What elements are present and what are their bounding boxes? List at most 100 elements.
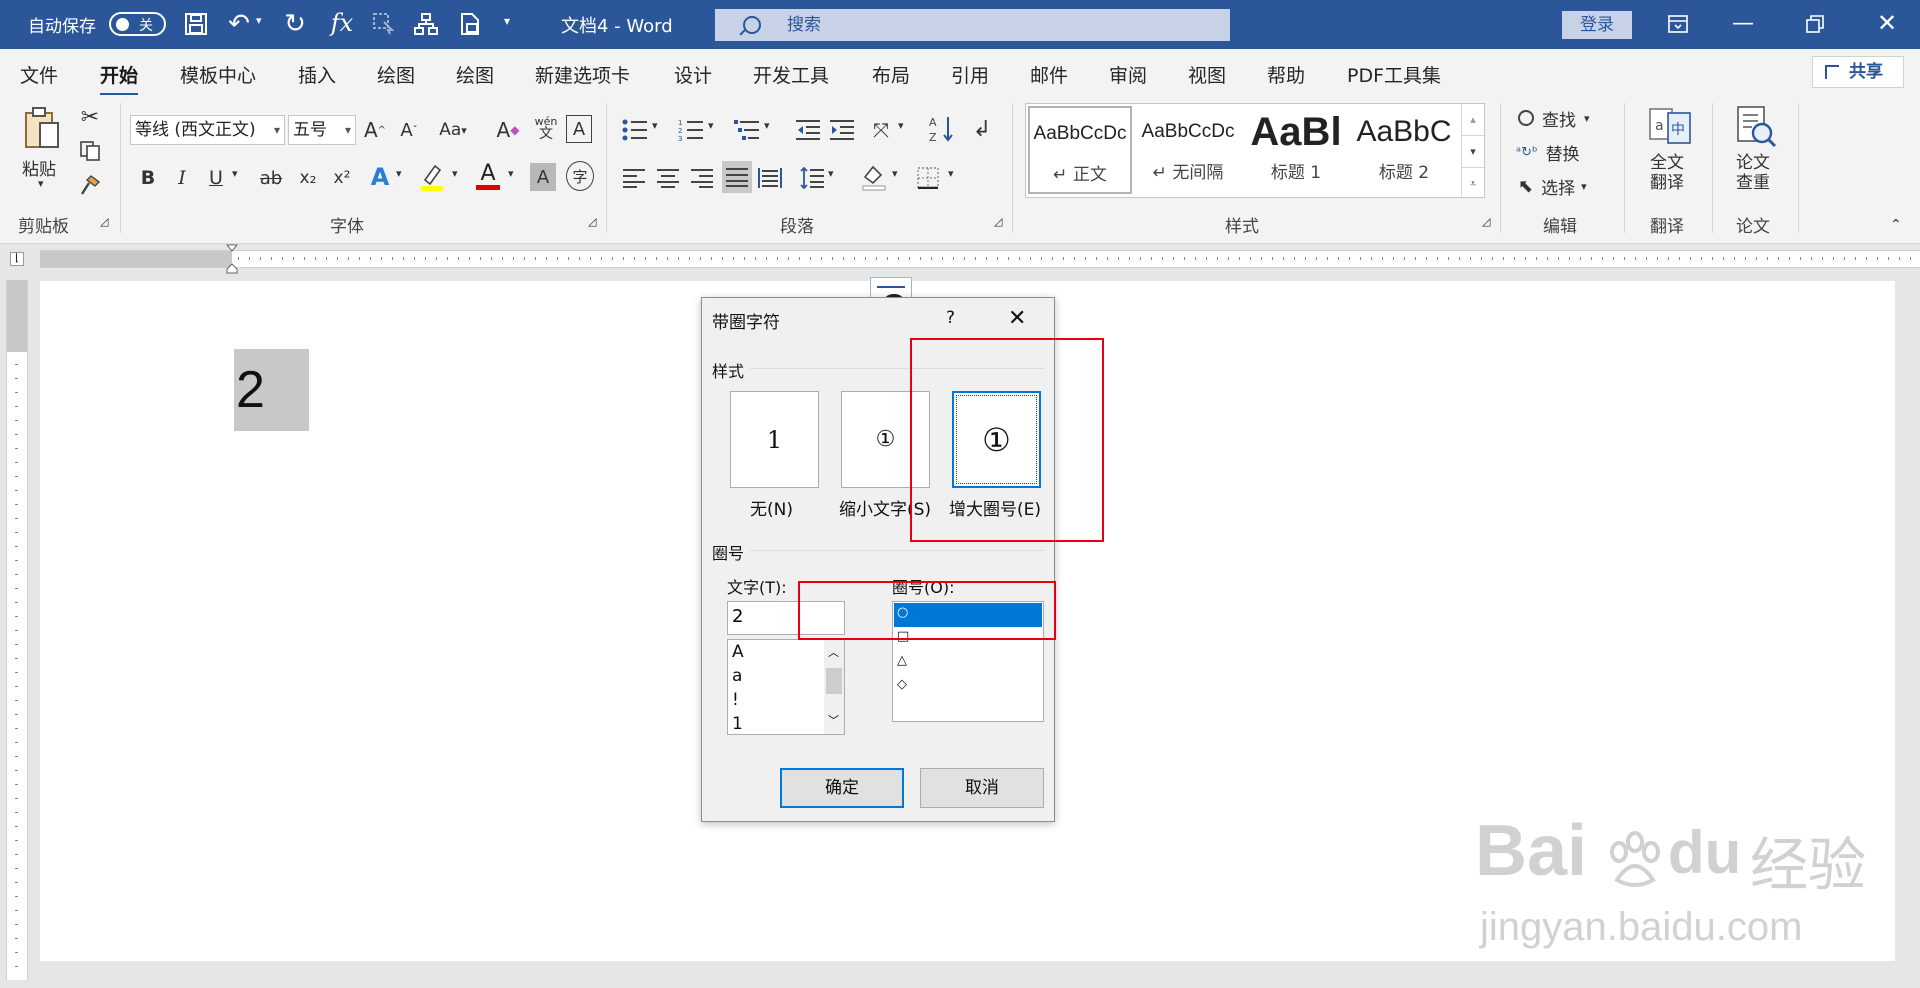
style-heading-1[interactable]: AaBl 标题 1	[1244, 106, 1348, 194]
help-button[interactable]: ?	[946, 308, 955, 328]
subscript-button[interactable]: x₂	[296, 163, 320, 193]
translate-icon[interactable]: a中	[1648, 105, 1692, 149]
copy-icon[interactable]	[78, 139, 102, 163]
highlight-dropdown-icon[interactable]: ▾	[452, 167, 458, 180]
align-right-icon[interactable]	[688, 163, 716, 193]
tab-mailings[interactable]: 邮件	[1030, 61, 1068, 88]
plagiarism-check-button[interactable]: 论文 查重	[1736, 153, 1770, 194]
format-painter-icon[interactable]	[78, 173, 102, 197]
org-chart-icon[interactable]	[412, 10, 440, 38]
tab-file[interactable]: 文件	[20, 61, 58, 88]
underline-dropdown-icon[interactable]: ▾	[232, 167, 238, 180]
restore-icon[interactable]	[1803, 12, 1827, 36]
collapse-ribbon-icon[interactable]: ⌃	[1890, 217, 1902, 233]
selected-text[interactable]: 2	[234, 349, 309, 431]
scroll-down-icon[interactable]: ﹀	[828, 712, 839, 728]
select-button[interactable]: ⬉ 选择 ▾	[1518, 171, 1587, 201]
style-none-button[interactable]: 1	[730, 391, 819, 488]
tab-home[interactable]: 开始	[100, 61, 139, 96]
character-shading-icon[interactable]: A	[530, 163, 556, 191]
save-icon[interactable]	[182, 10, 210, 38]
font-size-select[interactable]: 五号 ▾	[288, 115, 356, 145]
cancel-button[interactable]: 取消	[920, 768, 1044, 808]
chinese-layout-dropdown-icon[interactable]: ▾	[898, 119, 904, 132]
justify-icon[interactable]	[722, 161, 752, 193]
numbering-dropdown-icon[interactable]: ▾	[708, 119, 714, 132]
tab-draw-2[interactable]: 绘图	[456, 61, 494, 88]
underline-button[interactable]: U	[204, 163, 228, 193]
sort-icon[interactable]: AZ	[928, 113, 956, 145]
tab-pdf-tools[interactable]: PDF工具集	[1347, 61, 1441, 88]
line-spacing-icon[interactable]	[798, 163, 826, 193]
ribbon-display-icon[interactable]	[1666, 12, 1690, 36]
tab-draw[interactable]: 绘图	[377, 61, 415, 88]
scroll-down-icon[interactable]: ▾	[1462, 135, 1484, 167]
full-translate-button[interactable]: 全文 翻译	[1650, 153, 1684, 194]
scroll-up-icon[interactable]: ▴	[1462, 104, 1484, 135]
tab-review[interactable]: 审阅	[1109, 61, 1147, 88]
tab-help[interactable]: 帮助	[1267, 61, 1305, 88]
align-center-icon[interactable]	[654, 163, 682, 193]
text-effects-dropdown-icon[interactable]: ▾	[396, 167, 402, 180]
multilevel-dropdown-icon[interactable]: ▾	[764, 119, 770, 132]
list-item[interactable]: △	[897, 653, 907, 668]
bullets-dropdown-icon[interactable]: ▾	[652, 119, 658, 132]
tab-view[interactable]: 视图	[1188, 61, 1226, 88]
bullets-icon[interactable]	[620, 115, 650, 145]
style-normal[interactable]: AaBbCcDc ↵ 正文	[1028, 106, 1132, 194]
styles-launcher-icon[interactable]: ◿	[1482, 215, 1490, 228]
tab-design[interactable]: 设计	[674, 61, 712, 88]
strikethrough-button[interactable]: ab	[256, 163, 286, 193]
list-item[interactable]: !	[732, 690, 739, 710]
font-name-select[interactable]: 等线 (西文正文) ▾	[130, 115, 285, 145]
text-listbox[interactable]: A a ! 1 ︿ ﹀	[727, 639, 845, 735]
login-button[interactable]: 登录	[1562, 11, 1632, 39]
list-item[interactable]: A	[732, 642, 744, 662]
tab-references[interactable]: 引用	[951, 61, 989, 88]
indent-marker-icon[interactable]	[225, 244, 239, 274]
autosave-toggle[interactable]: 关	[109, 12, 166, 36]
increase-indent-icon[interactable]	[828, 115, 856, 145]
tab-new-tab[interactable]: 新建选项卡	[535, 61, 630, 88]
tab-insert[interactable]: 插入	[298, 61, 336, 88]
line-spacing-dropdown-icon[interactable]: ▾	[828, 167, 834, 180]
shading-dropdown-icon[interactable]: ▾	[892, 167, 898, 180]
list-item[interactable]: 1	[732, 714, 743, 734]
clipboard-launcher-icon[interactable]: ◿	[100, 215, 108, 228]
character-border-button[interactable]: A	[566, 115, 592, 143]
list-item[interactable]: ◇	[897, 677, 907, 692]
dialog-close-icon[interactable]: ✕	[1008, 306, 1026, 331]
phonetic-guide-button[interactable]: wén 文	[532, 111, 560, 145]
decrease-indent-icon[interactable]	[794, 115, 822, 145]
undo-icon[interactable]: ↶	[225, 9, 253, 39]
tab-stop-selector-icon[interactable]: ⌊	[10, 252, 24, 266]
font-color-dropdown-icon[interactable]: ▾	[508, 167, 514, 180]
highlight-icon[interactable]	[418, 161, 446, 193]
scroll-up-icon[interactable]: ︿	[828, 644, 839, 660]
select-object-icon[interactable]	[370, 10, 398, 38]
customize-toolbar-icon[interactable]: ▾	[504, 14, 510, 28]
share-button[interactable]: 共享	[1812, 56, 1904, 88]
search-box[interactable]: 搜索	[715, 9, 1230, 41]
font-color-icon[interactable]: A	[474, 159, 502, 193]
plagiarism-check-icon[interactable]	[1734, 105, 1778, 149]
borders-icon[interactable]	[914, 163, 942, 193]
shrink-font-icon[interactable]: Aˇ	[396, 115, 422, 145]
ok-button[interactable]: 确定	[780, 768, 904, 808]
paste-icon[interactable]	[22, 105, 62, 151]
text-list-scrollbar[interactable]: ︿ ﹀	[824, 640, 844, 734]
shading-icon[interactable]	[860, 161, 888, 193]
cut-icon[interactable]: ✂	[78, 105, 102, 130]
bold-button[interactable]: B	[136, 163, 160, 193]
change-case-button[interactable]: Aa ▾	[434, 115, 472, 145]
italic-button[interactable]: I	[170, 163, 194, 193]
paragraph-launcher-icon[interactable]: ◿	[994, 215, 1002, 228]
align-left-icon[interactable]	[620, 163, 648, 193]
show-marks-icon[interactable]: ↲	[968, 113, 996, 145]
grow-font-icon[interactable]: A ^	[362, 115, 388, 145]
tab-developer[interactable]: 开发工具	[753, 61, 829, 88]
chinese-layout-icon[interactable]: ⤧	[866, 115, 896, 145]
enclosed-characters-button[interactable]: 字	[566, 161, 594, 191]
close-icon[interactable]: ✕	[1874, 9, 1900, 37]
more-styles-icon[interactable]: ⩡	[1462, 167, 1484, 199]
